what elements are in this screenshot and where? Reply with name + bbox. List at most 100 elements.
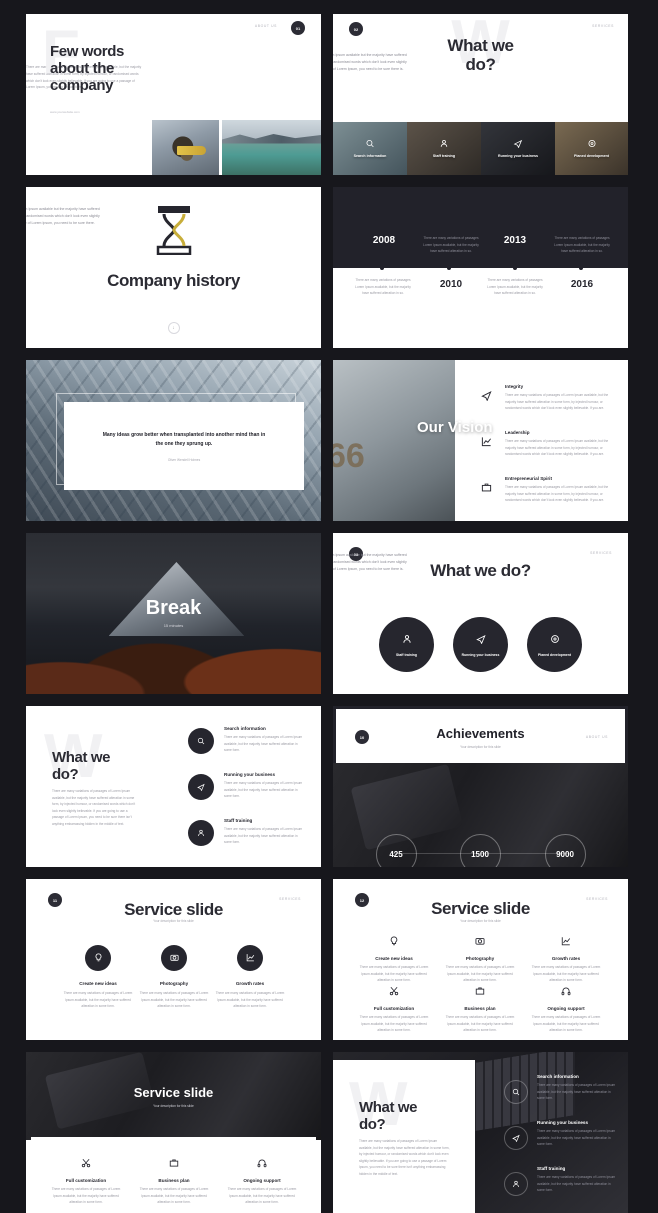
- search-icon: [512, 1083, 520, 1101]
- slide-thumbnail-12[interactable]: 12 SERVICES Service slide Your descripti…: [333, 879, 628, 1040]
- slide-title: Service slide: [133, 1085, 214, 1100]
- service-item-2[interactable]: Business plan There are many variations …: [136, 1155, 212, 1206]
- slide-thumbnail-9[interactable]: W What we do? There are many variations …: [26, 706, 321, 867]
- feature-icon-circle: [504, 1080, 528, 1104]
- service-item-6[interactable]: Ongoing support There are many variation…: [531, 983, 601, 1034]
- chart-icon: [561, 933, 571, 950]
- feature-icon-circle: [504, 1172, 528, 1196]
- service-item-3[interactable]: Growth rates There are many variations o…: [531, 933, 601, 984]
- service-icon-circle: [237, 945, 263, 971]
- service-circle-2[interactable]: Running your business: [453, 617, 508, 672]
- feature-row-1[interactable]: Search information There are many variat…: [188, 726, 306, 754]
- service-item-3[interactable]: Ongoing support There are many variation…: [224, 1155, 300, 1206]
- search-icon: [197, 732, 205, 750]
- slide-subtitle: 15 minutes: [163, 623, 184, 628]
- service-item-title: Growth rates: [235, 981, 265, 986]
- service-item-2[interactable]: Photography There are many variations of…: [445, 933, 515, 984]
- service-item-1[interactable]: Full customization There are many variat…: [48, 1155, 124, 1206]
- service-item-3[interactable]: Growth rates There are many variations o…: [214, 945, 286, 1010]
- briefcase-icon: [481, 480, 492, 498]
- slide-body-text: There are many variations of passages of…: [52, 789, 136, 826]
- service-circle-label: Staff training: [396, 652, 417, 657]
- slide-thumbnail-10[interactable]: 10 ABOUT US Achievements Your descriptio…: [333, 706, 628, 867]
- service-item-text: There are many variations of passages of…: [359, 965, 429, 983]
- slide-thumbnail-7[interactable]: Break 15 minutes: [26, 533, 321, 694]
- service-item-text: There are many variations of passages of…: [63, 991, 133, 1009]
- chart-icon: [481, 434, 492, 452]
- slide-thumbnail-6[interactable]: Our Vision Integrity There are many vari…: [333, 360, 628, 521]
- service-item-1[interactable]: Create new ideas There are many variatio…: [62, 945, 134, 1010]
- service-item-title: Create new ideas: [375, 956, 413, 961]
- tile-label: Search information: [353, 153, 387, 158]
- timeline-node-2013[interactable]: 2013: [486, 235, 544, 246]
- timeline-year: 2013: [503, 235, 527, 246]
- scroll-down-button[interactable]: ↓: [167, 322, 180, 334]
- camera-icon: [475, 933, 485, 950]
- feature-text: There are many variations of passages of…: [537, 1129, 616, 1147]
- service-item-5[interactable]: Business plan There are many variations …: [445, 983, 515, 1034]
- vision-item-3[interactable]: Entrepreneurial Spirit There are many va…: [481, 476, 616, 504]
- service-item-1[interactable]: Create new ideas There are many variatio…: [359, 933, 429, 984]
- achievement-stat-1[interactable]: 425 Successful projects There are many v…: [366, 834, 426, 867]
- slide-subtitle: Your description for this slide: [153, 1104, 194, 1108]
- service-item-title: Full customization: [373, 1006, 415, 1011]
- timeline-upper-band: [333, 187, 628, 268]
- target-icon: [550, 631, 560, 649]
- slide-title: Few words about the company: [50, 43, 124, 94]
- tile-label: Running your business: [498, 153, 538, 158]
- service-item-text: There are many variations of passages of…: [227, 1187, 297, 1205]
- feature-icon-circle: [188, 820, 214, 846]
- slide-number-badge: 02: [349, 22, 363, 36]
- vision-item-1[interactable]: Integrity There are many variations of p…: [481, 384, 616, 412]
- hourglass-icon: [156, 205, 192, 260]
- service-item-2[interactable]: Photography There are many variations of…: [138, 945, 210, 1010]
- chart-icon: [246, 949, 255, 967]
- vision-item-text: There are many variations of passages of…: [505, 393, 609, 411]
- feature-row-3[interactable]: Staff training There are many variations…: [188, 818, 306, 846]
- achievement-stat-3[interactable]: 9000 Working hours There are many variat…: [535, 834, 595, 867]
- timeline-dot: [579, 266, 583, 270]
- slide-thumbnail-2[interactable]: 02 SERVICES W What we do? There are many…: [333, 14, 628, 175]
- slide-thumbnail-5[interactable]: Many ideas grow better when transplanted…: [26, 360, 321, 521]
- slide-thumbnail-1[interactable]: F ABOUT US 01 Few words about the compan…: [26, 14, 321, 175]
- service-item-title: Ongoing support: [547, 1006, 585, 1011]
- service-circle-3[interactable]: Planed development: [527, 617, 582, 672]
- service-item-title: Photography: [159, 981, 189, 986]
- slide-thumbnail-4[interactable]: 2008 There are many variations of passag…: [333, 187, 628, 348]
- briefcase-icon: [169, 1155, 179, 1172]
- lake-photo: [222, 120, 321, 175]
- tile-photo-2[interactable]: Staff training: [407, 122, 481, 175]
- feature-row-2[interactable]: Running your business There are many var…: [504, 1120, 617, 1150]
- service-item-text: There are many variations of passages of…: [215, 991, 285, 1009]
- service-circle-1[interactable]: Staff training: [379, 617, 434, 672]
- feature-text: There are many variations of passages of…: [224, 827, 303, 845]
- people-icon: [512, 1175, 520, 1193]
- tile-photo-1[interactable]: Search information: [333, 122, 407, 175]
- achievement-stat-2[interactable]: 1500 Satisfied customers There are many …: [450, 834, 510, 867]
- tile-photo-4[interactable]: Planed development: [555, 122, 628, 175]
- headset-icon: [257, 1155, 267, 1172]
- scissors-icon: [81, 1155, 91, 1172]
- slide-title: What we do?: [447, 36, 514, 75]
- vision-item-2[interactable]: Leadership There are many variations of …: [481, 430, 616, 458]
- target-icon: [587, 135, 596, 153]
- slide-thumbnail-11[interactable]: 11 SERVICES Service slide Your descripti…: [26, 879, 321, 1040]
- slide-title: What we do?: [430, 561, 531, 580]
- slide-corner-label: ABOUT US: [254, 24, 277, 28]
- timeline-node-2008[interactable]: 2008: [355, 235, 413, 246]
- feature-title: Running your business: [537, 1120, 589, 1125]
- slide-thumbnail-3[interactable]: Company history There are many variation…: [26, 187, 321, 348]
- tile-photo-3[interactable]: Running your business: [481, 122, 555, 175]
- feature-row-3[interactable]: Staff training There are many variations…: [504, 1166, 617, 1196]
- timeline-node-2010[interactable]: 2010: [420, 279, 482, 290]
- service-item-title: Create new ideas: [79, 981, 117, 986]
- slide-thumbnail-14[interactable]: W What we do? There are many variations …: [333, 1052, 628, 1213]
- feature-row-2[interactable]: Running your business There are many var…: [188, 772, 306, 800]
- slide-thumbnail-8[interactable]: 08 SERVICES What we do? There are many v…: [333, 533, 628, 694]
- slide-thumbnail-13[interactable]: Service slide Your description for this …: [26, 1052, 321, 1213]
- feature-row-1[interactable]: Search information There are many variat…: [504, 1074, 617, 1104]
- service-item-4[interactable]: Full customization There are many variat…: [359, 983, 429, 1034]
- quote-text: Many ideas grow better when transplanted…: [102, 431, 266, 447]
- slide-corner-label: SERVICES: [592, 24, 614, 28]
- timeline-node-2016[interactable]: 2016: [551, 279, 613, 290]
